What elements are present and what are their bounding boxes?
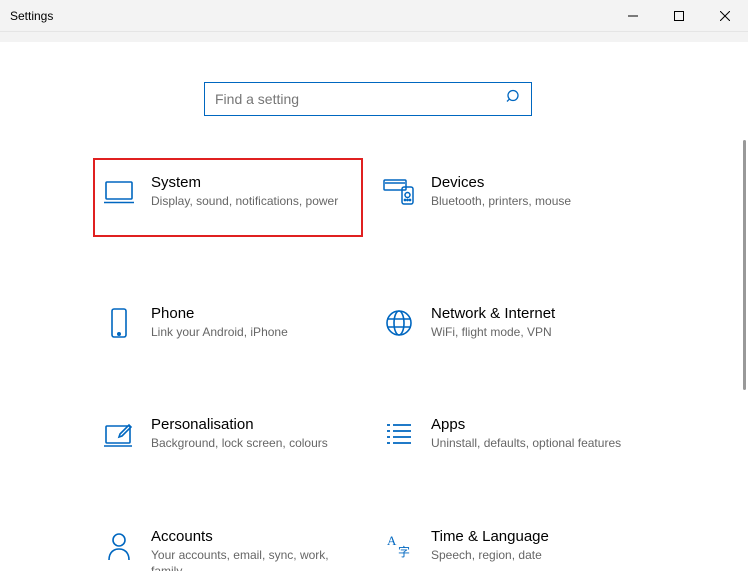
accounts-icon <box>103 530 135 562</box>
titlebar: Settings <box>0 0 748 32</box>
tile-apps[interactable]: Apps Uninstall, defaults, optional featu… <box>373 408 643 459</box>
system-icon <box>103 176 135 208</box>
tile-time[interactable]: A 字 Time & Language Speech, region, date <box>373 520 643 571</box>
search-box <box>204 82 532 116</box>
tile-title: Time & Language <box>431 528 549 545</box>
tile-title: Devices <box>431 174 571 191</box>
scrollbar[interactable] <box>743 140 746 390</box>
personalisation-icon <box>103 418 135 450</box>
svg-text:A: A <box>387 533 397 548</box>
tile-accounts[interactable]: Accounts Your accounts, email, sync, wor… <box>93 520 363 571</box>
window-title: Settings <box>10 9 53 23</box>
content: System Display, sound, notifications, po… <box>0 42 736 571</box>
svg-text:字: 字 <box>398 544 410 559</box>
tile-desc: Bluetooth, printers, mouse <box>431 193 571 209</box>
tile-desc: WiFi, flight mode, VPN <box>431 324 555 340</box>
network-icon <box>383 307 415 339</box>
settings-grid: System Display, sound, notifications, po… <box>93 166 643 571</box>
tile-title: Accounts <box>151 528 353 545</box>
tile-title: Personalisation <box>151 416 328 433</box>
tile-phone[interactable]: Phone Link your Android, iPhone <box>93 297 363 348</box>
tile-title: Apps <box>431 416 621 433</box>
tile-desc: Speech, region, date <box>431 547 549 563</box>
apps-icon <box>383 418 415 450</box>
tile-devices[interactable]: Devices Bluetooth, printers, mouse <box>373 166 643 237</box>
time-language-icon: A 字 <box>383 530 415 562</box>
search-input[interactable] <box>204 82 532 116</box>
tile-network[interactable]: Network & Internet WiFi, flight mode, VP… <box>373 297 643 348</box>
tile-personalisation[interactable]: Personalisation Background, lock screen,… <box>93 408 363 459</box>
tile-title: Phone <box>151 305 288 322</box>
window-controls <box>610 0 748 31</box>
tile-desc: Uninstall, defaults, optional features <box>431 435 621 451</box>
close-button[interactable] <box>702 0 748 31</box>
phone-icon <box>103 307 135 339</box>
tile-desc: Link your Android, iPhone <box>151 324 288 340</box>
maximize-button[interactable] <box>656 0 702 31</box>
devices-icon <box>383 176 415 208</box>
tile-desc: Your accounts, email, sync, work, family <box>151 547 353 571</box>
tile-title: System <box>151 174 338 191</box>
tile-desc: Background, lock screen, colours <box>151 435 328 451</box>
tile-system[interactable]: System Display, sound, notifications, po… <box>93 158 363 237</box>
tile-desc: Display, sound, notifications, power <box>151 193 338 209</box>
minimize-button[interactable] <box>610 0 656 31</box>
tile-title: Network & Internet <box>431 305 555 322</box>
